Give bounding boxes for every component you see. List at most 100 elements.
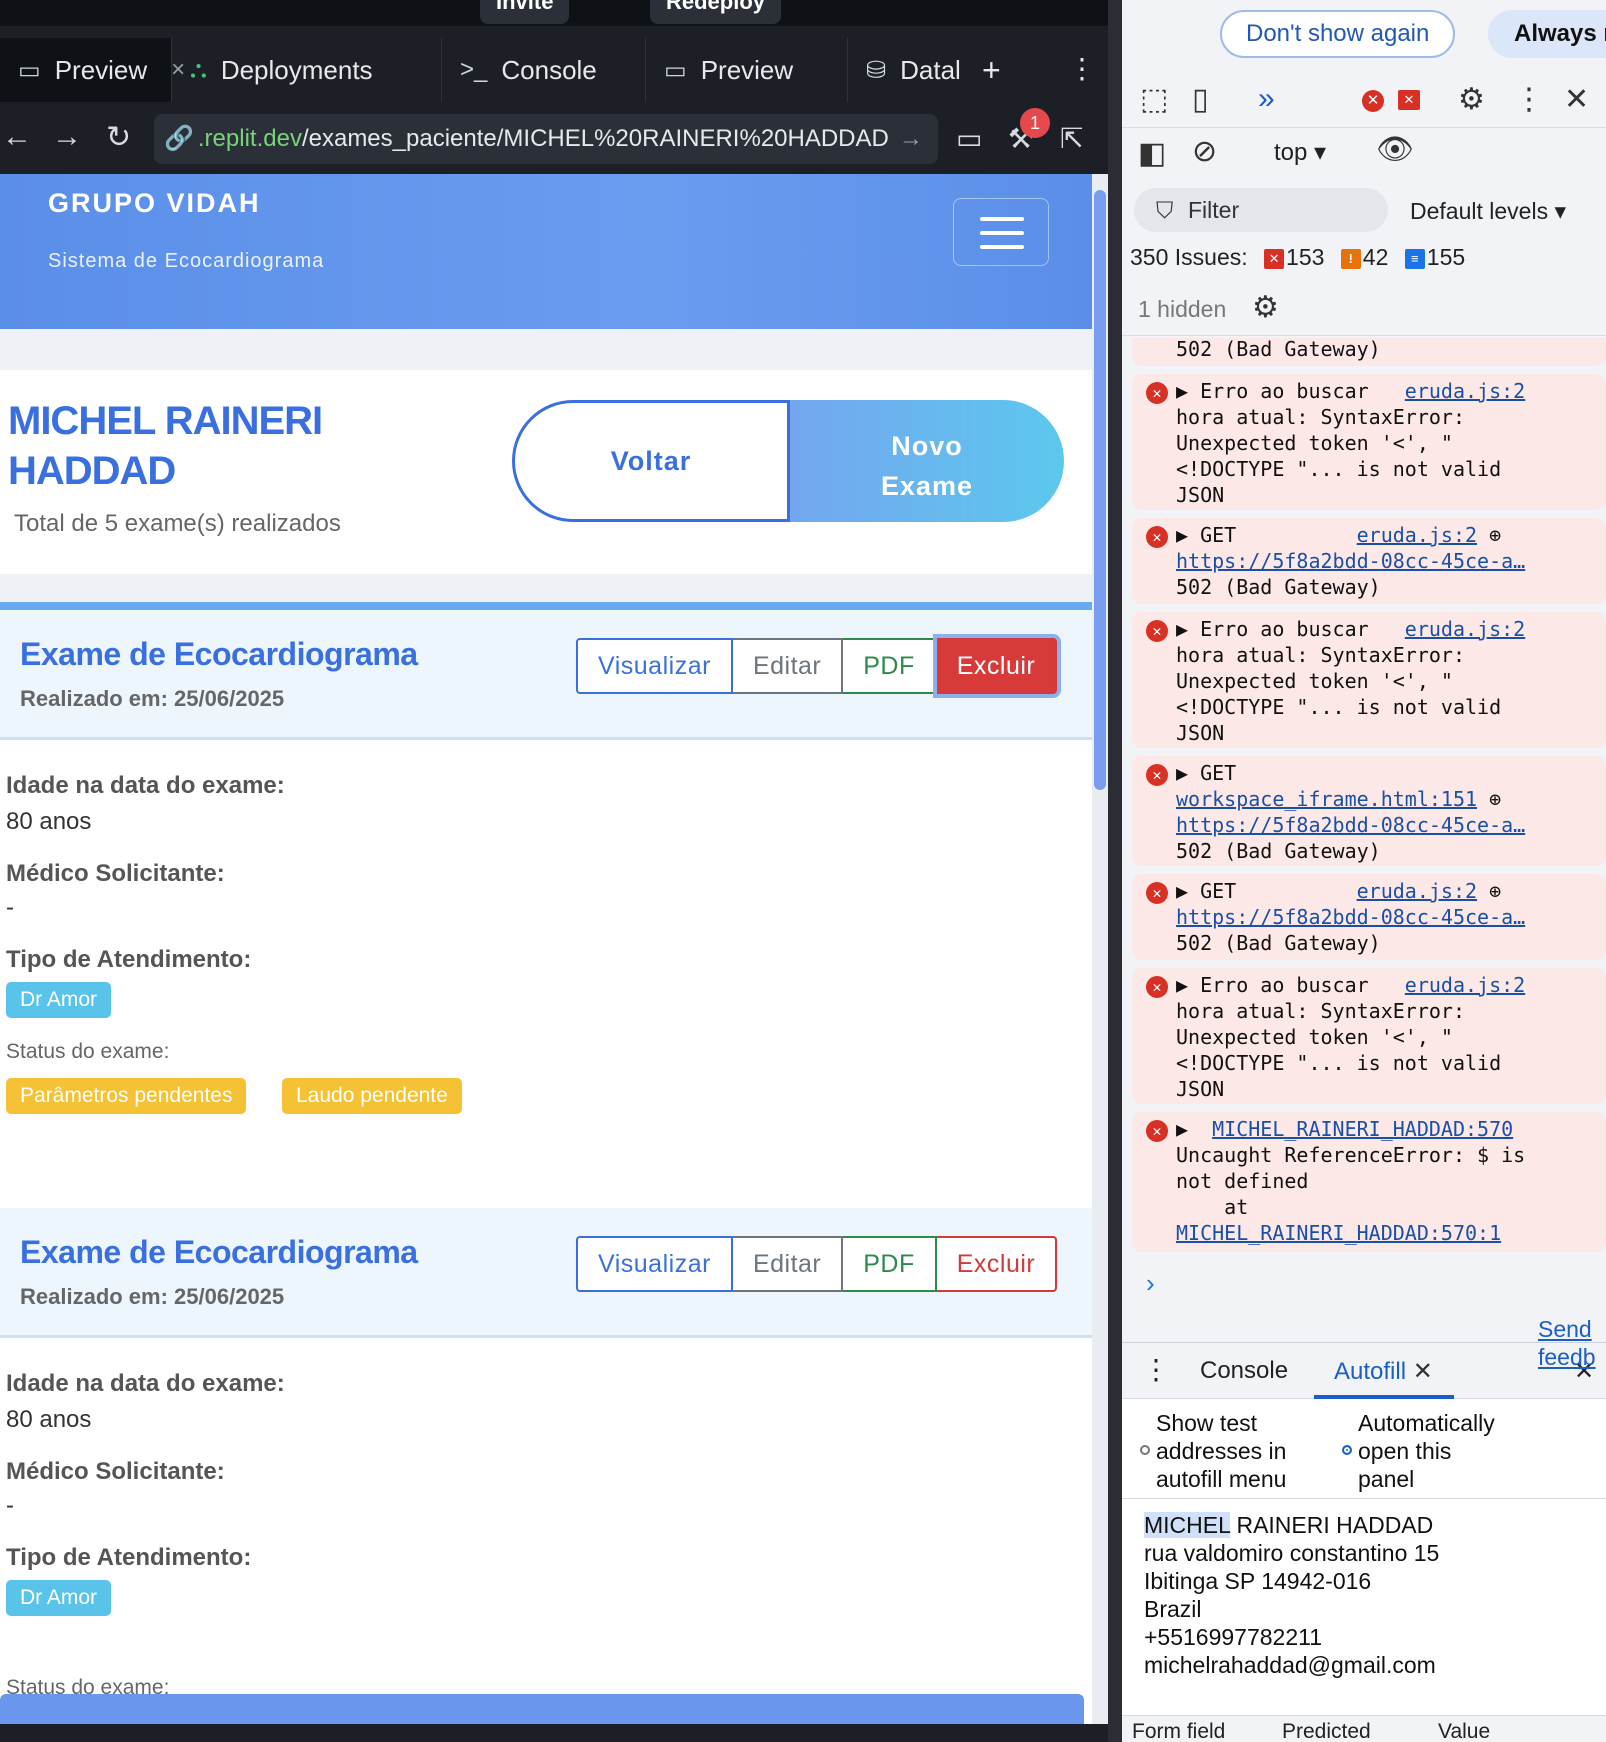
log-entry[interactable]: 502 (Bad Gateway) [1132,338,1606,366]
source-link[interactable]: MICHEL_RAINERI_HADDAD:570:1 [1176,1221,1501,1245]
levels-value: Default levels [1410,198,1549,224]
tab-deployments[interactable]: ⛬ Deployments [172,38,442,102]
request-url[interactable]: https://5f8a2bdd-08cc-45ce-a… [1176,549,1525,573]
log-line: ▶ Erro ao buscar [1176,973,1405,997]
scrollbar[interactable] [1092,174,1108,1724]
doctor-label: Médico Solicitante: [6,860,225,887]
log-line: ▶ Erro ao buscar [1176,617,1405,641]
log-entry[interactable]: ✕ ▶ Erro ao buscar eruda.js:2 hora atual… [1132,374,1606,510]
source-link[interactable]: eruda.js:2 [1405,617,1525,641]
reload-icon[interactable]: ↻ [106,120,131,155]
delete-button[interactable]: Excluir [936,638,1058,694]
tab-preview[interactable]: ▭ Preview × [0,38,185,102]
source-link[interactable]: MICHEL_RAINERI_HADDAD:570 [1212,1117,1513,1141]
send-feedback-link[interactable]: Send feedb [1538,1315,1606,1371]
url-input[interactable]: 🔗 .replit.dev/exames_paciente/MICHEL%20RA… [154,114,938,164]
hidden-count: 1 hidden [1138,296,1227,322]
source-link[interactable]: eruda.js:2 [1405,973,1525,997]
tab-preview-2[interactable]: ▭ Preview [646,38,848,102]
context-select[interactable]: top ▾ [1274,138,1326,167]
panel-divider[interactable] [1108,0,1122,1742]
view-button[interactable]: Visualizar [576,638,733,694]
log-entry[interactable]: ✕ ▶ Erro ao buscar eruda.js:2 hora atual… [1132,612,1606,748]
more-vertical-icon[interactable]: ⋮ [1142,1353,1170,1386]
tab-console[interactable]: >_ Console [442,38,646,102]
external-link-icon[interactable]: ⇱ [1060,122,1083,155]
pdf-button[interactable]: PDF [843,638,937,694]
levels-select[interactable]: Default levels ▾ [1410,198,1566,225]
address-name-first[interactable]: MICHEL [1144,1512,1231,1538]
settings-icon[interactable]: ⚙ [1252,290,1279,325]
issues-summary[interactable]: 350 Issues: ✕ 153 ! 42 ≡ 155 [1130,244,1465,271]
tab-database[interactable]: ⛁ Datal [848,38,974,102]
settings-icon[interactable]: ⚙ [1458,82,1485,117]
log-entry[interactable]: ✕ ▶ MICHEL_RAINERI_HADDAD:570 Uncaught R… [1132,1112,1606,1252]
tab-label: Preview [700,54,794,85]
menu-toggle-button[interactable] [953,198,1049,266]
devtools-panel: Don't show again Always r ⬚ ▯ » ✕ ✕ ⚙ ⋮ … [1122,0,1606,1742]
more-vertical-icon[interactable]: ⋮ [1068,52,1096,85]
log-text: ▶ Erro ao buscar eruda.js:2 hora atual: … [1176,378,1596,508]
clear-console-icon[interactable]: ⊘ [1192,134,1217,169]
pdf-button[interactable]: PDF [843,1236,937,1292]
log-entry[interactable]: ✕ ▶ GET eruda.js:2 ⊕ https://5f8a2bdd-08… [1132,874,1606,960]
column-header: Form field [1132,1720,1226,1742]
request-url[interactable]: https://5f8a2bdd-08cc-45ce-a… [1176,813,1525,837]
status-label: Status do exame: [6,1040,170,1063]
redeploy-button[interactable]: Redeploy [650,0,782,24]
exam-title: Exame de Ecocardiograma [20,636,418,672]
dont-show-again-button[interactable]: Don't show again [1220,10,1456,58]
log-entry[interactable]: ✕ ▶ GET eruda.js:2 ⊕ https://5f8a2bdd-08… [1132,518,1606,604]
devices-icon[interactable]: ▭ [956,122,982,155]
request-url[interactable]: https://5f8a2bdd-08cc-45ce-a… [1176,905,1525,929]
workspace-panel: Invite Redeploy ▭ Preview × ⛬ Deployment… [0,0,1108,1742]
terminal-icon: >_ [460,56,488,83]
address-name-rest: RAINERI HADDAD [1236,1512,1434,1538]
edit-button[interactable]: Editar [732,1236,844,1292]
always-button[interactable]: Always r [1488,10,1606,58]
log-entry[interactable]: ✕ ▶ GET workspace_iframe.html:151 ⊕ http… [1132,756,1606,866]
scrollbar-thumb[interactable] [1094,190,1106,790]
log-entry[interactable]: ✕ ▶ Erro ao buscar eruda.js:2 hora atual… [1132,968,1606,1104]
source-link[interactable]: eruda.js:2 [1405,379,1525,403]
tab-console[interactable]: Console [1200,1357,1288,1385]
more-panels-icon[interactable]: » [1258,82,1275,116]
exam-actions: Visualizar Editar PDF Excluir [576,1236,1058,1292]
console-toolbar: ◧ ⊘ top ▾ 👁 [1122,128,1606,184]
option-line: addresses in [1156,1438,1287,1464]
show-test-addresses-radio[interactable] [1140,1445,1150,1455]
log-line: hora atual: SyntaxError: [1176,643,1465,667]
source-link[interactable]: eruda.js:2 [1357,523,1477,547]
add-tab-icon[interactable]: + [982,52,1001,89]
inspect-icon[interactable]: ⬚ [1140,82,1168,117]
source-link[interactable]: eruda.js:2 [1357,879,1477,903]
forward-icon[interactable]: → [52,120,82,154]
link-line: Send [1538,1316,1592,1342]
patient-name: MICHEL RAINERI HADDAD [8,399,323,493]
log-text: ▶ MICHEL_RAINERI_HADDAD:570 Uncaught Ref… [1176,1116,1596,1246]
delete-button[interactable]: Excluir [936,1236,1058,1292]
sidebar-toggle-icon[interactable]: ◧ [1138,136,1166,171]
console-prompt-icon[interactable]: › [1146,1268,1155,1299]
error-icon: ✕ [1146,764,1168,786]
tab-autofill[interactable]: Autofill ✕ [1334,1357,1433,1386]
device-toggle-icon[interactable]: ▯ [1192,82,1209,117]
new-exam-button[interactable]: Novo Exame [790,400,1064,522]
error-count-icon[interactable]: ✕ [1362,90,1384,112]
edit-button[interactable]: Editar [732,638,844,694]
eye-icon[interactable]: 👁 [1376,132,1414,167]
back-icon[interactable]: ← [2,120,32,154]
auto-open-radio[interactable] [1342,1445,1352,1455]
back-button[interactable]: Voltar [512,400,790,522]
view-button[interactable]: Visualizar [576,1236,733,1292]
invite-button[interactable]: Invite [480,0,570,24]
filter-placeholder: Filter [1188,197,1240,223]
exam-card: Exame de Ecocardiograma Realizado em: 25… [0,1208,1092,1724]
filter-input[interactable]: ⛉ Filter [1134,188,1388,232]
exam-total: Total de 5 exame(s) realizados [14,510,341,537]
issue-count-icon[interactable]: ✕ [1398,90,1420,110]
close-icon[interactable]: ✕ [1564,82,1589,117]
source-link[interactable]: workspace_iframe.html:151 [1176,787,1477,811]
more-vertical-icon[interactable]: ⋮ [1514,82,1544,117]
close-icon[interactable]: ✕ [1413,1358,1433,1385]
